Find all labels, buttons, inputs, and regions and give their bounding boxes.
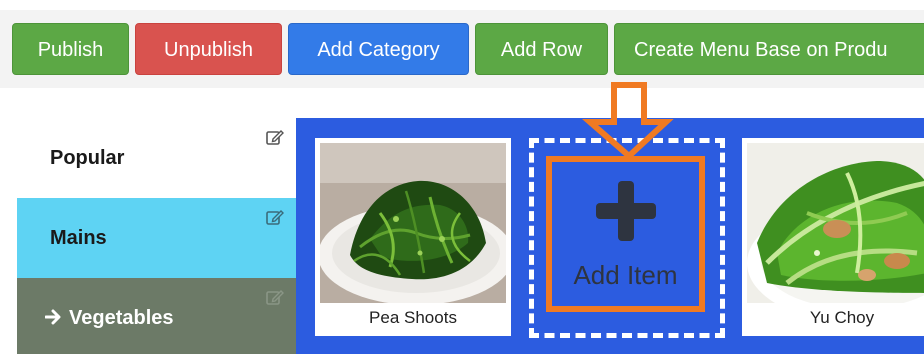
menu-item-card[interactable]: Yu Choy [742,138,924,336]
highlight-arrow-icon [581,82,674,160]
plus-icon [596,181,656,241]
menu-item-card[interactable]: Pea Shoots [315,138,511,336]
edit-icon[interactable] [265,127,285,147]
item-name: Pea Shoots [369,308,457,327]
add-category-button[interactable]: Add Category [288,23,469,75]
publish-button[interactable]: Publish [12,23,129,75]
sidebar-item-label: Vegetables [69,307,174,329]
edit-icon[interactable] [265,287,285,307]
unpublish-button[interactable]: Unpublish [135,23,282,75]
create-menu-from-products-button[interactable]: Create Menu Base on Produ [614,23,924,75]
edit-icon[interactable] [265,207,285,227]
menu-editor: Publish Unpublish Add Category Add Row C… [0,0,924,354]
add-item-label: Add Item [573,260,678,290]
sidebar-item-label: Popular [50,147,125,169]
item-photo [320,143,506,303]
sidebar-item-mains[interactable]: Mains [17,198,296,278]
add-row-button[interactable]: Add Row [475,23,608,75]
item-name: Yu Choy [809,308,875,327]
sidebar-item-label: Mains [50,227,107,249]
category-sidebar: Popular Mains Vegetables [17,118,296,354]
add-item-button[interactable]: Add Item [546,156,705,312]
item-photo [747,143,924,303]
arrow-right-icon [44,309,61,325]
sidebar-item-label-wrap: Vegetables [44,307,174,330]
sidebar-item-popular[interactable]: Popular [17,118,296,198]
sidebar-item-vegetables[interactable]: Vegetables [17,278,296,354]
